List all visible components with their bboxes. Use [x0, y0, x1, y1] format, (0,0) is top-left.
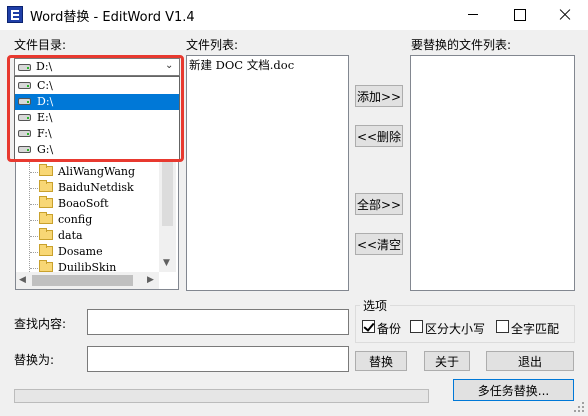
- scroll-right-icon[interactable]: ▶: [147, 276, 154, 285]
- tree-item-label: BoaoSoft: [58, 197, 109, 210]
- options-title: 选项: [360, 297, 391, 314]
- whole-word-label[interactable]: 全字匹配: [511, 320, 559, 337]
- file-list-label: 文件列表:: [186, 38, 239, 52]
- about-button[interactable]: 关于: [424, 351, 470, 371]
- folder-icon: [39, 164, 53, 176]
- tree-item[interactable]: Dosame: [39, 244, 103, 260]
- minimize-button[interactable]: [450, 0, 496, 30]
- find-input[interactable]: [87, 309, 349, 335]
- replace-file-list[interactable]: [410, 55, 575, 291]
- replace-input[interactable]: [87, 346, 349, 372]
- folder-icon: [39, 196, 53, 208]
- folder-icon: [39, 260, 53, 272]
- tree-item-label: config: [58, 213, 93, 226]
- tree-item-label: Dosame: [58, 245, 103, 258]
- whole-word-checkbox[interactable]: [496, 320, 509, 333]
- folder-icon: [39, 228, 53, 240]
- case-sensitive-checkbox[interactable]: [410, 320, 423, 333]
- tree-connector: [30, 172, 38, 173]
- folder-icon: [39, 244, 53, 256]
- tree-item[interactable]: data: [39, 228, 83, 244]
- add-all-button[interactable]: 全部>>: [355, 193, 403, 215]
- find-label: 查找内容:: [14, 317, 67, 331]
- tree-connector: [30, 236, 38, 237]
- list-item[interactable]: 新建 DOC 文档.doc: [189, 57, 294, 73]
- backup-label[interactable]: 备份: [377, 320, 401, 337]
- folder-icon: [39, 180, 53, 192]
- tree-connector: [30, 220, 38, 221]
- exit-button[interactable]: 退出: [486, 351, 574, 371]
- tree-connector: [29, 162, 30, 272]
- tree-item-label: BaiduNetdisk: [58, 181, 134, 194]
- clear-button[interactable]: <<清空: [355, 233, 403, 255]
- tree-item[interactable]: config: [39, 212, 92, 228]
- tree-connector: [30, 204, 38, 205]
- close-button[interactable]: [542, 0, 588, 30]
- tree-item-label: data: [58, 229, 83, 242]
- resize-grip-icon[interactable]: [574, 402, 586, 414]
- progress-bar: [14, 389, 429, 403]
- title-bar[interactable]: Word替换 - EditWord V1.4: [0, 0, 588, 30]
- highlight-box: [7, 55, 184, 162]
- replace-label: 替换为:: [14, 353, 55, 367]
- maximize-button[interactable]: [496, 0, 542, 30]
- folder-icon: [39, 212, 53, 224]
- window-title: Word替换 - EditWord V1.4: [30, 10, 195, 25]
- tree-connector: [30, 252, 38, 253]
- scroll-left-icon[interactable]: ◀: [19, 276, 26, 285]
- add-button[interactable]: 添加>>: [355, 85, 403, 107]
- tree-connector: [30, 188, 38, 189]
- tree-horizontal-thumb[interactable]: [32, 275, 133, 286]
- dir-label: 文件目录:: [14, 38, 67, 52]
- delete-button[interactable]: <<删除: [355, 125, 403, 147]
- tree-item-label: AliWangWang: [58, 165, 136, 178]
- word-edit-icon: [7, 6, 23, 23]
- case-sensitive-label[interactable]: 区分大小写: [425, 320, 485, 337]
- file-list[interactable]: [186, 55, 349, 291]
- scroll-down-icon[interactable]: ▼: [163, 259, 170, 268]
- backup-checkbox[interactable]: [362, 320, 375, 333]
- replace-list-label: 要替换的文件列表:: [411, 38, 512, 52]
- tree-item[interactable]: BaiduNetdisk: [39, 180, 134, 196]
- multi-task-replace-button[interactable]: 多任务替换...: [453, 379, 574, 401]
- tree-connector: [30, 268, 38, 269]
- replace-button[interactable]: 替换: [355, 351, 407, 371]
- tree-item[interactable]: AliWangWang: [39, 164, 135, 180]
- tree-item[interactable]: BoaoSoft: [39, 196, 109, 212]
